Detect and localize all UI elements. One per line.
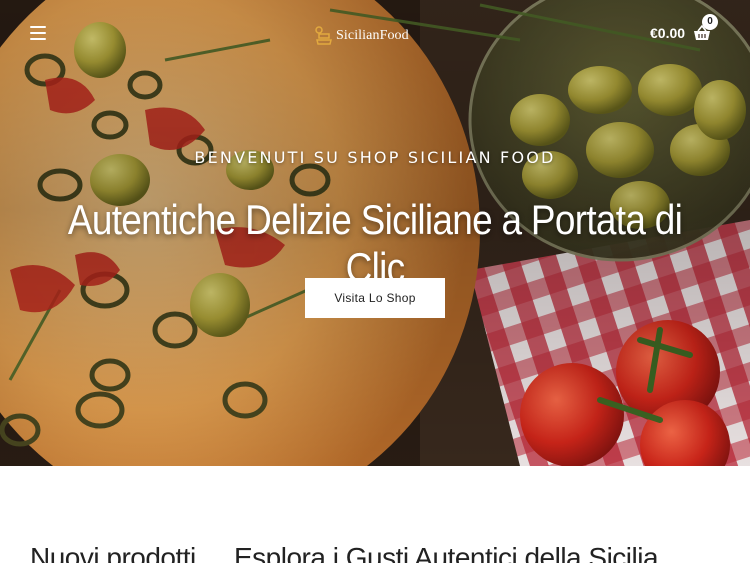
- products-section: Nuovi prodotti Esplora i Gusti Autentici…: [0, 466, 750, 563]
- site-header: SicilianFood €0.00 0: [0, 0, 750, 68]
- visit-shop-button[interactable]: Visita Lo Shop: [305, 278, 445, 318]
- explore-heading: Esplora i Gusti Autentici della Sicilia: [234, 542, 659, 563]
- cart-count-badge: 0: [702, 14, 719, 30]
- hamburger-menu-icon[interactable]: [30, 26, 50, 42]
- new-products-heading: Nuovi prodotti: [30, 542, 196, 563]
- shopping-basket-icon: 0: [693, 14, 719, 42]
- cart-amount: €0.00: [650, 25, 686, 41]
- hero-kicker: BENVENUTI SU SHOP SICILIAN FOOD: [194, 148, 556, 167]
- hero-banner: SicilianFood €0.00 0 BENVENUTI SU SHOP S…: [0, 0, 750, 466]
- logo-emblem-icon: [315, 26, 332, 45]
- logo-text: SicilianFood: [336, 28, 409, 43]
- cart-button[interactable]: €0.00 0: [650, 14, 719, 48]
- site-logo[interactable]: SicilianFood: [313, 24, 409, 48]
